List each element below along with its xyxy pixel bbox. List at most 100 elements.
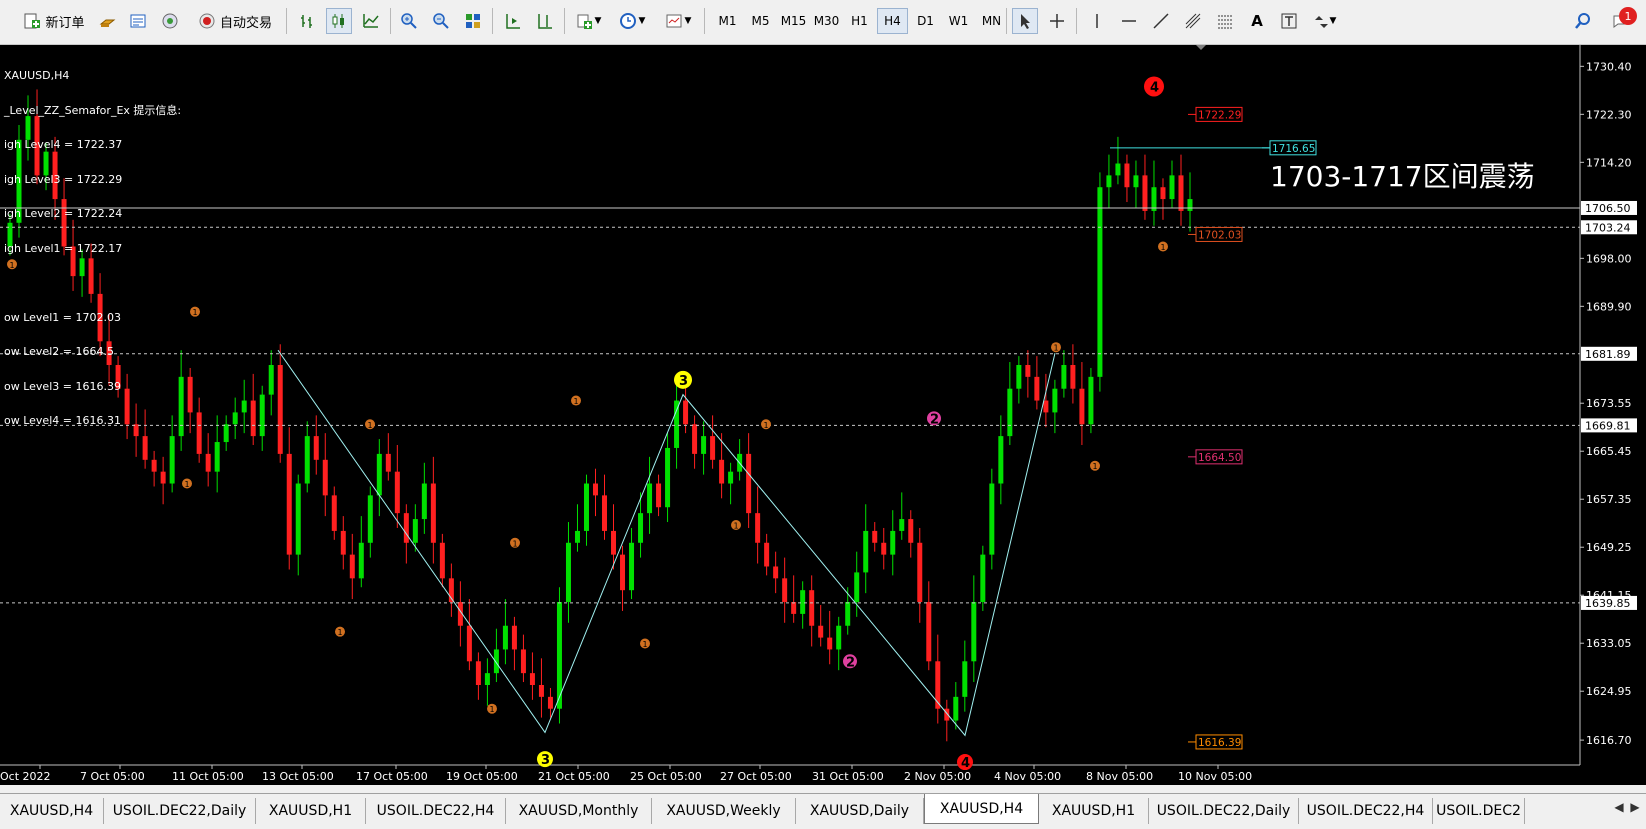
- chart-shift-button[interactable]: [532, 8, 558, 34]
- candlestick-chart-button[interactable]: [326, 8, 352, 34]
- tab-scroll-left-icon[interactable]: ◀: [1612, 800, 1626, 820]
- candle-body: [953, 696, 959, 721]
- search-button[interactable]: [1570, 8, 1596, 34]
- candle-body: [701, 436, 707, 454]
- candle-body: [196, 412, 202, 454]
- candle-body: [827, 637, 833, 650]
- candle-body: [367, 495, 373, 543]
- data-window-button[interactable]: [126, 8, 150, 34]
- timeframe-mn-button[interactable]: MN: [976, 8, 1007, 34]
- chart-tab[interactable]: XAUUSD,H1: [256, 798, 366, 824]
- arrows-button[interactable]: ▼: [1306, 8, 1342, 34]
- level-label: 1664.50: [1198, 452, 1241, 464]
- autoscroll-button[interactable]: [500, 8, 526, 34]
- candle-body: [755, 513, 761, 543]
- horizontal-line-button[interactable]: [1116, 8, 1142, 34]
- vertical-line-icon: [1096, 14, 1098, 28]
- candle-body: [611, 530, 617, 555]
- candle-body: [1052, 388, 1058, 413]
- candle-body: [430, 483, 436, 543]
- info-line: ow Level3 = 1616.39: [4, 379, 121, 393]
- market-watch-button[interactable]: [96, 8, 120, 34]
- candle-body: [1016, 365, 1022, 389]
- candle-body: [962, 661, 968, 697]
- candle-body: [899, 519, 905, 531]
- semafor-level1-label: 1: [490, 705, 495, 714]
- timeframe-m1-button[interactable]: M1: [712, 8, 743, 34]
- zoom-out-button[interactable]: [428, 8, 454, 34]
- autoscroll-icon: [506, 14, 520, 29]
- level-label: 1616.39: [1198, 737, 1241, 749]
- candle-body: [1178, 175, 1184, 211]
- tab-scroll-right-icon[interactable]: ▶: [1628, 800, 1642, 820]
- main-toolbar: 新订单 自动交易 ▼ ▼ ▼ M1 M5 M15 M30 H1 H4 D1 W1 MN A ▼ …: [0, 0, 1646, 45]
- crosshair-tool-button[interactable]: [1044, 8, 1070, 34]
- semafor-level1-label: 1: [185, 480, 190, 489]
- vertical-line-button[interactable]: [1084, 8, 1110, 34]
- timeframe-m15-button[interactable]: M15: [778, 8, 809, 34]
- candle-body: [1160, 187, 1166, 200]
- y-tick-label: 1730.40: [1586, 60, 1632, 73]
- candle-body: [340, 530, 346, 555]
- x-tick-label: 10 Nov 05:00: [1178, 770, 1252, 783]
- candle-body: [502, 625, 508, 650]
- notifications-button[interactable]: 1: [1604, 7, 1638, 34]
- chart-tab[interactable]: XAUUSD,H1: [1039, 798, 1149, 824]
- candle-body: [322, 459, 328, 496]
- zoom-in-button[interactable]: [396, 8, 422, 34]
- x-tick-label: 19 Oct 05:00: [446, 770, 518, 783]
- fibonacci-button[interactable]: [1212, 8, 1238, 34]
- candle-body: [1061, 365, 1067, 389]
- toolbar-separator: [1076, 8, 1077, 34]
- chart-tab[interactable]: XAUUSD,Daily: [796, 798, 924, 824]
- timeframe-h4-button[interactable]: H4: [877, 8, 908, 34]
- semafor-level1-label: 1: [1161, 243, 1166, 252]
- chart-tab[interactable]: XAUUSD,Weekly: [652, 798, 796, 824]
- chart-tab[interactable]: XAUUSD,Monthly: [506, 798, 652, 824]
- bar-chart-button[interactable]: [294, 8, 320, 34]
- tile-windows-icon: [466, 14, 480, 28]
- timeframe-m5-button[interactable]: M5: [745, 8, 776, 34]
- navigator-icon: [162, 13, 178, 29]
- candle-body: [872, 530, 878, 543]
- cursor-tool-button[interactable]: [1012, 8, 1038, 34]
- chart-tab[interactable]: USOIL.DEC22,H4: [366, 798, 506, 824]
- semafor-level1-label: 1: [574, 397, 579, 406]
- new-order-button[interactable]: 新订单: [14, 8, 94, 34]
- info-line: igh Level4 = 1722.37: [4, 138, 123, 151]
- timeframe-h1-button[interactable]: H1: [844, 8, 875, 34]
- navigator-button[interactable]: [158, 8, 182, 34]
- template-icon: [666, 14, 682, 28]
- x-tick-label: 13 Oct 05:00: [262, 770, 334, 783]
- timeframe-w1-button[interactable]: W1: [943, 8, 974, 34]
- chart-tab[interactable]: XAUUSD,H4: [924, 794, 1039, 824]
- indicators-button[interactable]: ▼: [570, 8, 606, 34]
- y-tick-label: 1649.25: [1586, 541, 1632, 554]
- price-chart[interactable]: 1703.24 1681.89 1669.81 1639.85 1706.50 1730.…: [0, 45, 1646, 785]
- trendline-button[interactable]: [1148, 8, 1174, 34]
- candle-body: [1133, 175, 1139, 188]
- chart-tab[interactable]: USOIL.DEC22,Daily: [1149, 798, 1299, 824]
- timeframe-m30-button[interactable]: M30: [811, 8, 842, 34]
- chart-tab[interactable]: USOIL.DEC22,Daily: [104, 798, 256, 824]
- periods-button[interactable]: ▼: [612, 8, 652, 34]
- candle-body: [187, 376, 193, 413]
- semafor-marker-label: 3: [679, 374, 688, 389]
- chevron-down-icon: ▼: [1329, 16, 1337, 26]
- y-tick-label: 1657.35: [1586, 493, 1632, 506]
- tile-windows-button[interactable]: [460, 8, 486, 34]
- autotrade-button[interactable]: 自动交易: [190, 8, 280, 34]
- semafor-marker-label: 4: [961, 756, 970, 771]
- level-label: 1722.29: [1198, 109, 1241, 121]
- text-label-button[interactable]: [1276, 8, 1302, 34]
- templates-button[interactable]: ▼: [658, 8, 698, 34]
- text-tool-button[interactable]: A: [1244, 8, 1270, 34]
- timeframe-d1-button[interactable]: D1: [910, 8, 941, 34]
- equidistant-channel-button[interactable]: [1180, 8, 1206, 34]
- line-chart-button[interactable]: [358, 8, 384, 34]
- chart-tab[interactable]: XAUUSD,H4: [0, 798, 104, 824]
- y-tick-label: 1714.20: [1586, 156, 1632, 169]
- chart-tab[interactable]: USOIL.DEC22,H4: [1299, 798, 1433, 824]
- chart-tab[interactable]: USOIL.DEC2: [1433, 798, 1525, 824]
- candle-body: [1097, 187, 1103, 377]
